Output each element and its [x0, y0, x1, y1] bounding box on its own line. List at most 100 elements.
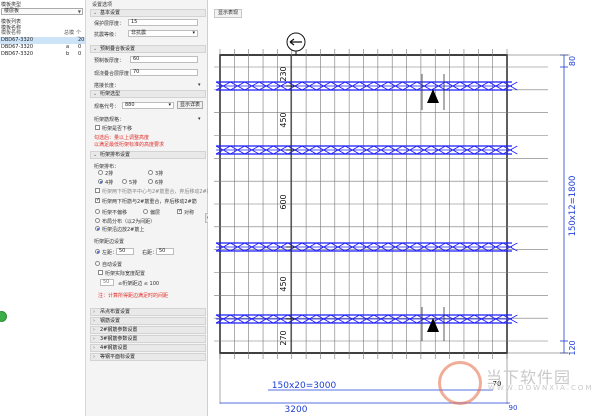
chevron-down-icon: ▾ [198, 116, 201, 122]
drawing-canvas[interactable]: 显示表现 230 450 600 450 270 80 150x12=1800 … [208, 0, 600, 416]
list-header: 模板名称 总模 个数 [0, 30, 85, 43]
side-label: 桁架沿边放2#筋上 [102, 227, 145, 233]
lap-label: 搭接长度： [94, 83, 120, 89]
custom-checkbox[interactable] [98, 270, 103, 275]
section-laminated-header[interactable]: ⌄ 预制叠合板设置 [90, 45, 206, 53]
template-list-panel: 模板类型 楼层板 ▼ 模板列表 模板名称 模板名称 总模 个数 DBD67-33… [0, 0, 86, 416]
list-item[interactable]: DBD67-3320 b 0 [0, 51, 85, 58]
chevron-right-icon: › [93, 309, 95, 315]
chevron-right-icon: › [93, 354, 95, 360]
dim-120: 120 [568, 340, 577, 355]
section-basic-header[interactable]: ⌄ 基本设置 [90, 9, 206, 17]
list-header-name: 模板名称 [1, 30, 22, 36]
layout-radio-5-label: 5排 [129, 180, 138, 186]
layout-dir-label: 桁架排布： [94, 164, 120, 170]
layout-radio-4[interactable] [98, 179, 103, 184]
show-details-button[interactable]: 显示详表 [177, 101, 204, 109]
thickness-label: 预制板厚度： [94, 58, 125, 64]
not-offset-radio[interactable] [95, 209, 100, 214]
template-type-select[interactable]: 楼层板 ▼ [1, 8, 83, 15]
chevron-down-icon: ▾ [192, 30, 195, 36]
right-spacing-label: 右距： [142, 250, 158, 256]
layout-radio-6[interactable] [148, 179, 153, 184]
custom-input[interactable]: 50 [100, 279, 114, 286]
chevron-right-icon: › [93, 345, 95, 351]
truss-warning-1: 勾选后：量以上调整高度 [94, 135, 150, 141]
chevron-down-icon: ⌄ [93, 91, 98, 97]
layout-radio-2[interactable] [98, 170, 103, 175]
section-rebar4-header[interactable]: › 4#钢筋设置 [90, 344, 206, 352]
symmetric-checkbox[interactable] [177, 208, 182, 214]
section-plan-header[interactable]: › 等钢平面标设置 [90, 353, 206, 361]
section-truss-header[interactable]: ⌄ 桁架选型 [90, 90, 206, 98]
truss-band [215, 145, 518, 155]
chevron-down-icon: ▾ [168, 102, 171, 108]
dim-450-top: 450 [279, 112, 288, 127]
layout-radio-4-label: 4排 [105, 180, 114, 186]
spacing-note: 注：计算所得距边满足时的间距 [98, 293, 169, 299]
chevron-down-icon: ⌄ [93, 10, 98, 16]
cast-input[interactable]: 70 [130, 69, 198, 76]
watermark: 当下软件园 WWW.DOWNXIA.COM [434, 360, 600, 416]
spacing-radio[interactable] [95, 249, 100, 254]
cover-input[interactable]: 15 [128, 19, 198, 26]
chevron-right-icon: › [93, 336, 95, 342]
left-spacing-input[interactable]: 50 [116, 248, 134, 255]
dist-radio[interactable] [95, 218, 100, 223]
layout-note1-checkbox[interactable] [95, 188, 100, 193]
watermark-logo-icon [438, 361, 482, 405]
template-type-label: 模板类型 [1, 2, 22, 8]
layout-radio-2-label: 2排 [105, 171, 114, 177]
right-dimensions: 80 150x12=1800 120 [507, 54, 578, 356]
right-spacing-input[interactable]: 50 [156, 248, 174, 255]
layout-note2-checkbox[interactable] [95, 197, 100, 203]
truss-move-checkbox[interactable] [95, 125, 100, 130]
float-action-icon[interactable] [0, 311, 7, 322]
spacing-header: 桁架距边设置 [94, 239, 125, 245]
left-spacing-label: 左距： [102, 250, 118, 256]
list-header-total: 总模 [64, 30, 75, 36]
dim-right-main: 150x12=1800 [568, 176, 578, 237]
dim-450-bottom: 450 [279, 276, 288, 291]
not-offset-label: 桁架不偏移 [102, 210, 128, 216]
chevron-down-icon: ▼ [77, 9, 81, 14]
truss-band [215, 314, 518, 324]
custom-formula: ≤桁架距边 ≤ 100 [118, 281, 160, 287]
layout-note1-label: 桁架两下桁筋平中心与2#筋重合，弃后移动2#筋 [102, 189, 212, 195]
thickness-input[interactable]: 60 [130, 56, 198, 63]
truss-spec-label: 桁架筋规格： [94, 117, 125, 123]
side-radio[interactable] [95, 226, 100, 231]
section-layout-header[interactable]: ⌄ 桁架排布设置 [90, 151, 206, 159]
symmetric-label: 对称 [184, 210, 195, 216]
cast-label: 现浇叠合层厚度： [94, 71, 135, 77]
layout-radio-3-label: 3排 [155, 171, 164, 177]
auto-label: 自动设置 [102, 262, 123, 268]
watermark-sub: WWW.DOWNXIA.COM [488, 384, 594, 392]
seismic-label: 抗震等级： [94, 32, 120, 38]
direction-symbol [286, 32, 306, 55]
list-item[interactable]: DBD67-3320 a 0 [0, 44, 85, 51]
seismic-select[interactable]: 非抗震 ▾ [128, 30, 198, 37]
auto-radio[interactable] [95, 261, 100, 266]
layout-radio-5[interactable] [122, 179, 127, 184]
section-rebar3-header[interactable]: › 3#钢筋参数设置 [90, 335, 206, 343]
truss-warning-2: 以满足最低桁架标准的高度要求 [94, 142, 165, 148]
list-item[interactable]: DBD67-3320 20 [0, 37, 85, 44]
custom-label: 桁架实际宽度配置 [105, 271, 146, 277]
chevron-right-icon: › [93, 318, 95, 324]
section-lift-header[interactable]: › 吊点布置设置 [90, 308, 206, 316]
truss-model-select[interactable]: 880 ▾ [122, 102, 174, 109]
chevron-right-icon: › [93, 327, 95, 333]
truss-band [215, 81, 518, 91]
slab-plan-drawing: 230 450 600 450 270 80 150x12=1800 120 1… [214, 32, 578, 415]
fold-radio[interactable] [143, 209, 148, 214]
cover-label: 保护层厚度： [94, 21, 125, 27]
horizontal-rebars [214, 66, 548, 342]
layout-radio-3[interactable] [148, 170, 153, 175]
chevron-down-icon: ⌄ [93, 152, 98, 158]
section-rebar-header[interactable]: › 钢筋设置 [90, 317, 206, 325]
layout-note2-label: 桁架两下桁筋与2#筋重合，弃后移动2#筋 [102, 199, 197, 205]
section-rebar2-header[interactable]: › 2#钢筋参数设置 [90, 326, 206, 334]
dim-600: 600 [279, 194, 288, 209]
truss-bands [215, 81, 518, 324]
